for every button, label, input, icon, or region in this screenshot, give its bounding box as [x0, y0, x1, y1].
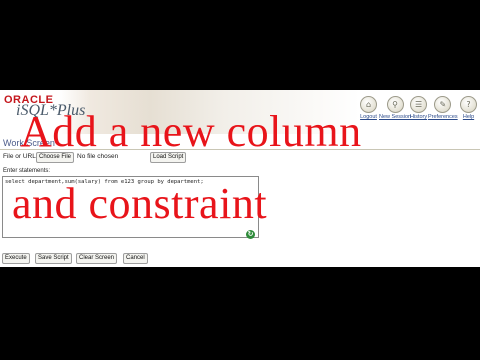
- nav-preferences-label: Preferences: [428, 114, 458, 120]
- refresh-icon[interactable]: ↻: [246, 230, 255, 239]
- nav-help[interactable]: ? Help: [460, 96, 477, 120]
- nav-history[interactable]: ☰ History: [410, 96, 427, 120]
- logout-icon: ⌂: [360, 96, 377, 113]
- execute-button[interactable]: Execute: [2, 253, 30, 264]
- caption-line-1: Add a new column: [20, 107, 362, 156]
- preferences-icon: ✎: [434, 96, 452, 113]
- history-icon: ☰: [410, 96, 428, 113]
- cancel-button[interactable]: Cancel: [123, 253, 148, 264]
- video-frame: ORACLE iSQL*Plus ⌂ Logout ⚲ New Session …: [0, 0, 480, 360]
- caption-line-2: and constraint: [12, 179, 268, 228]
- enter-statements-label: Enter statements:: [3, 168, 51, 174]
- help-icon: ?: [460, 96, 477, 113]
- nav-logout[interactable]: ⌂ Logout: [360, 96, 377, 120]
- nav-help-label: Help: [462, 114, 475, 120]
- nav-logout-label: Logout: [360, 114, 377, 120]
- new-session-icon: ⚲: [386, 96, 404, 113]
- nav-new-session-label: New Session: [379, 114, 412, 120]
- nav-history-label: History: [410, 114, 428, 120]
- nav-new-session[interactable]: ⚲ New Session: [379, 96, 411, 120]
- nav-preferences[interactable]: ✎ Preferences: [428, 96, 458, 120]
- clear-screen-button[interactable]: Clear Screen: [76, 253, 118, 264]
- save-script-button[interactable]: Save Script: [35, 253, 72, 264]
